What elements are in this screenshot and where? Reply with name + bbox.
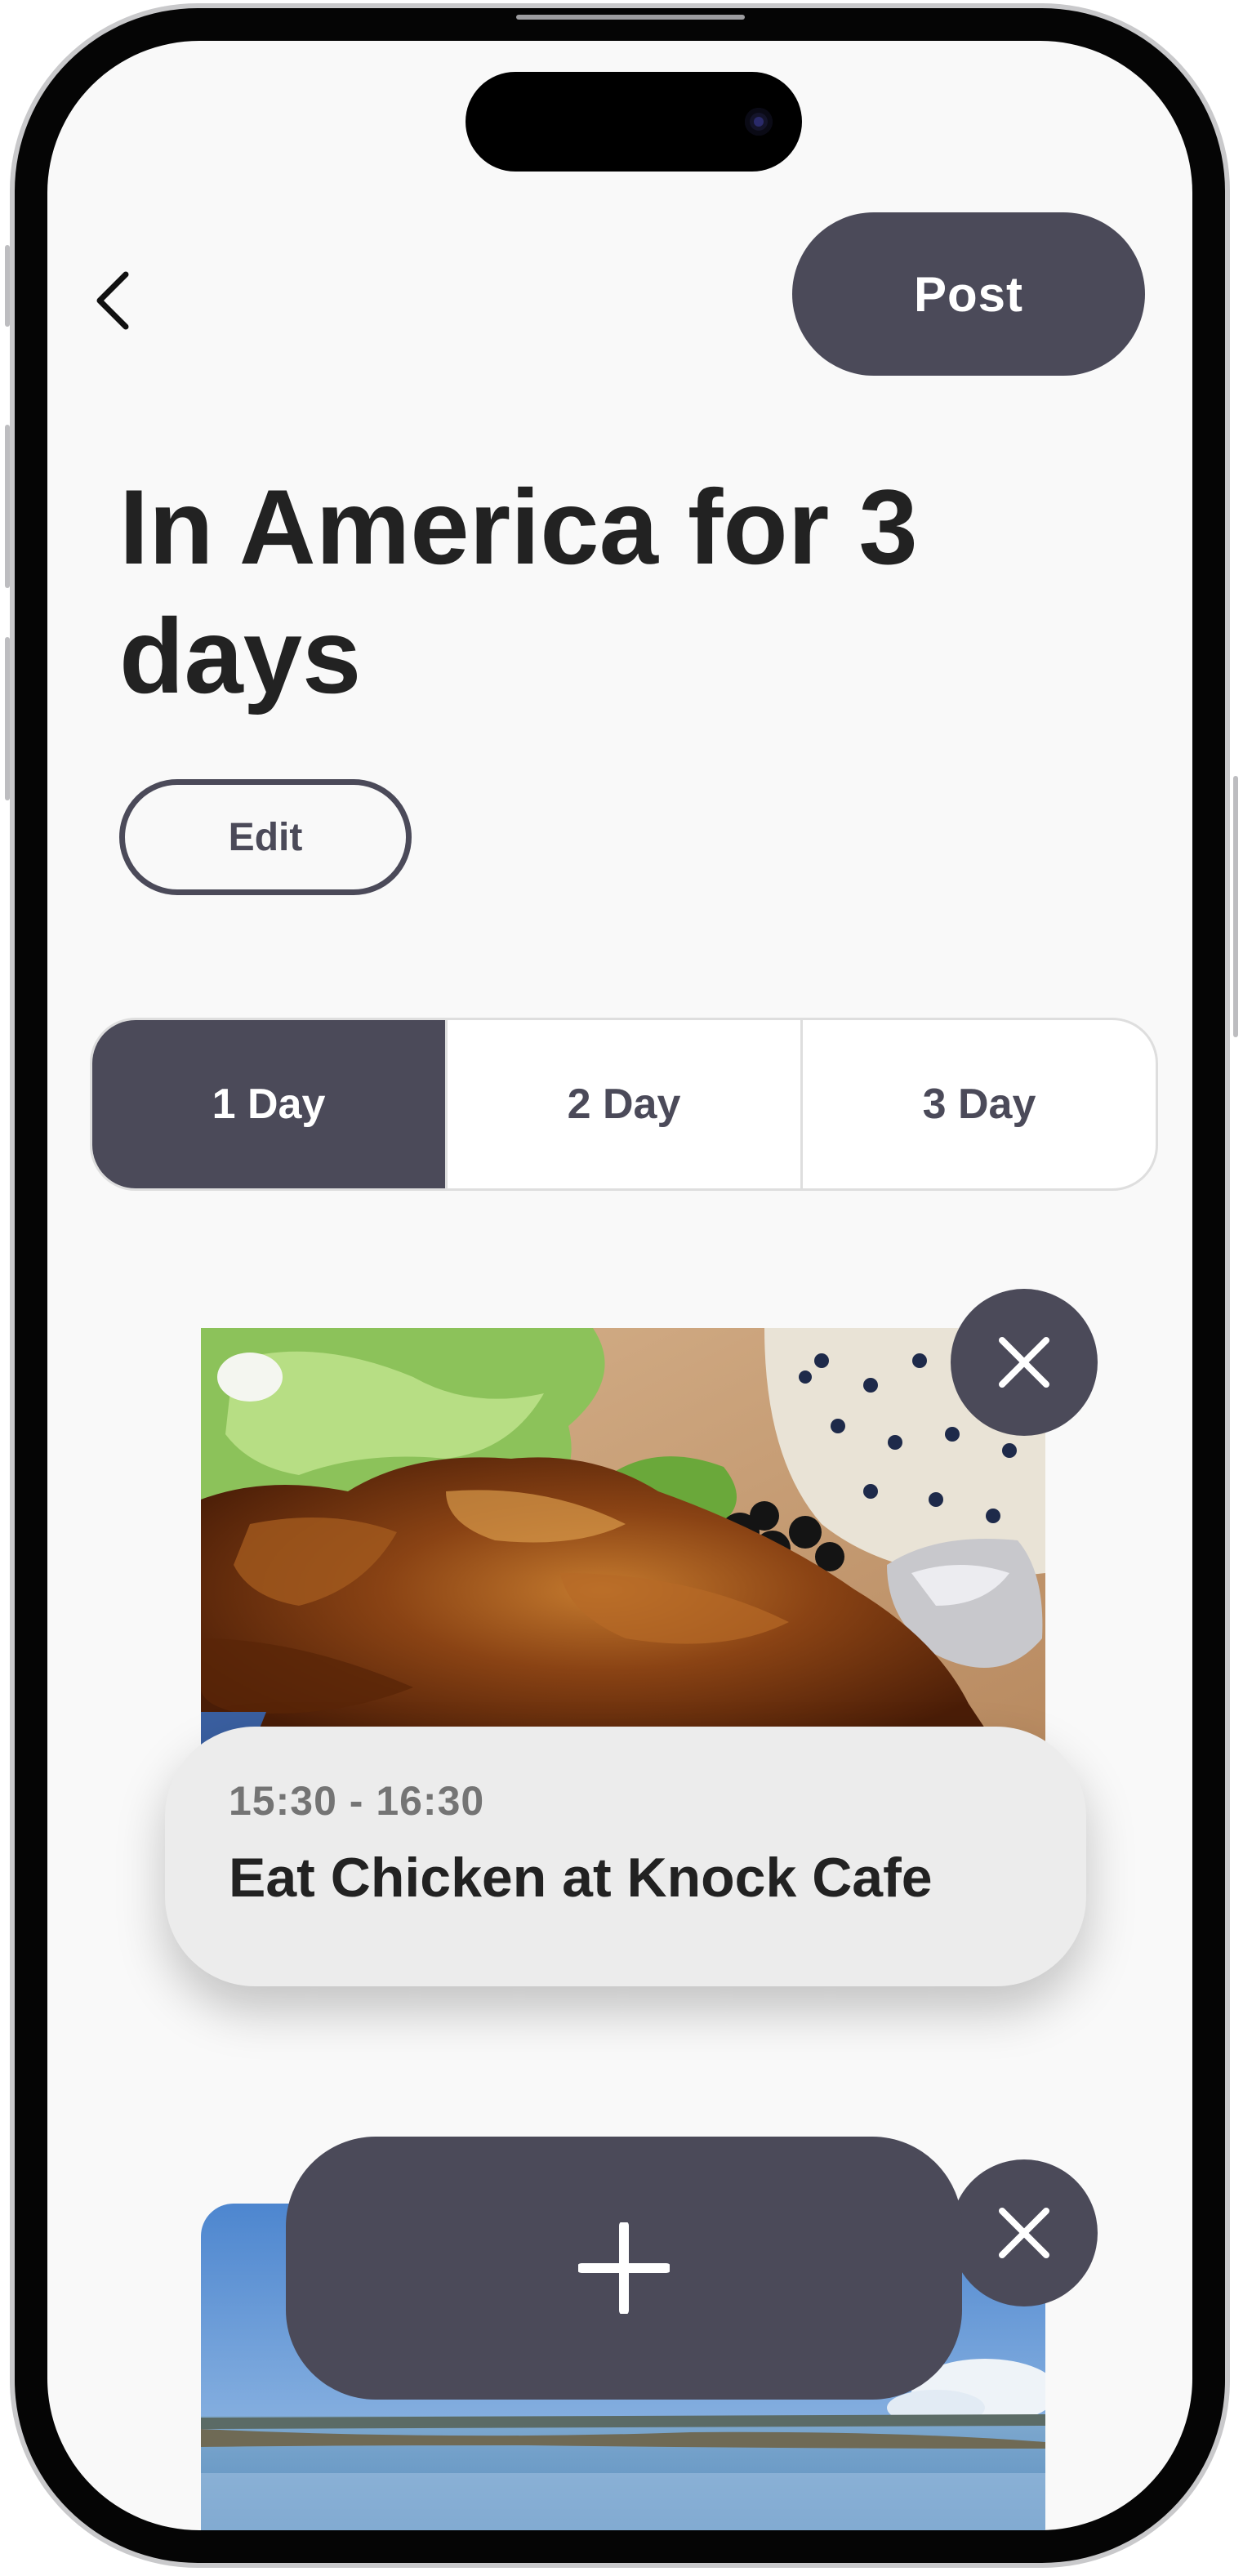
front-camera-icon: [745, 108, 773, 136]
tab-day-2[interactable]: 2 Day: [445, 1020, 800, 1188]
plan-time: 15:30 - 16:30: [229, 1778, 485, 1824]
edit-button[interactable]: Edit: [119, 779, 412, 895]
post-button[interactable]: Post: [792, 212, 1145, 376]
tab-day-3[interactable]: 3 Day: [800, 1020, 1156, 1188]
phone-bezel: Post In America for 3 days Edit 1 Day 2 …: [15, 8, 1225, 2563]
day-tabs: 1 Day 2 Day 3 Day: [90, 1018, 1158, 1191]
plus-icon: [578, 2222, 670, 2314]
remove-plan-button[interactable]: [951, 1289, 1098, 1436]
tab-day-1[interactable]: 1 Day: [92, 1020, 445, 1188]
volume-down-button: [5, 637, 10, 800]
power-button: [1233, 776, 1238, 1037]
phone-top-edge: [516, 15, 745, 20]
app-screen: Post In America for 3 days Edit 1 Day 2 …: [47, 41, 1192, 2530]
add-plan-button[interactable]: [286, 2137, 962, 2400]
phone-frame: Post In America for 3 days Edit 1 Day 2 …: [10, 3, 1230, 2568]
volume-up-button: [5, 425, 10, 588]
roast-chicken-photo-icon: [201, 1328, 1045, 1753]
close-icon: [999, 1337, 1049, 1388]
plan-photo-chicken: [201, 1328, 1045, 1753]
plan-title: Eat Chicken at Knock Cafe: [229, 1847, 933, 1909]
remove-plan-button-2[interactable]: [951, 2159, 1098, 2306]
silent-switch: [5, 245, 10, 327]
page-title: In America for 3 days: [119, 467, 918, 715]
dynamic-island: [466, 72, 802, 172]
plan-card[interactable]: 15:30 - 16:30 Eat Chicken at Knock Cafe: [165, 1727, 1086, 1986]
chevron-left-icon: [96, 271, 129, 330]
back-button[interactable]: [80, 260, 145, 341]
close-icon: [999, 2208, 1049, 2258]
